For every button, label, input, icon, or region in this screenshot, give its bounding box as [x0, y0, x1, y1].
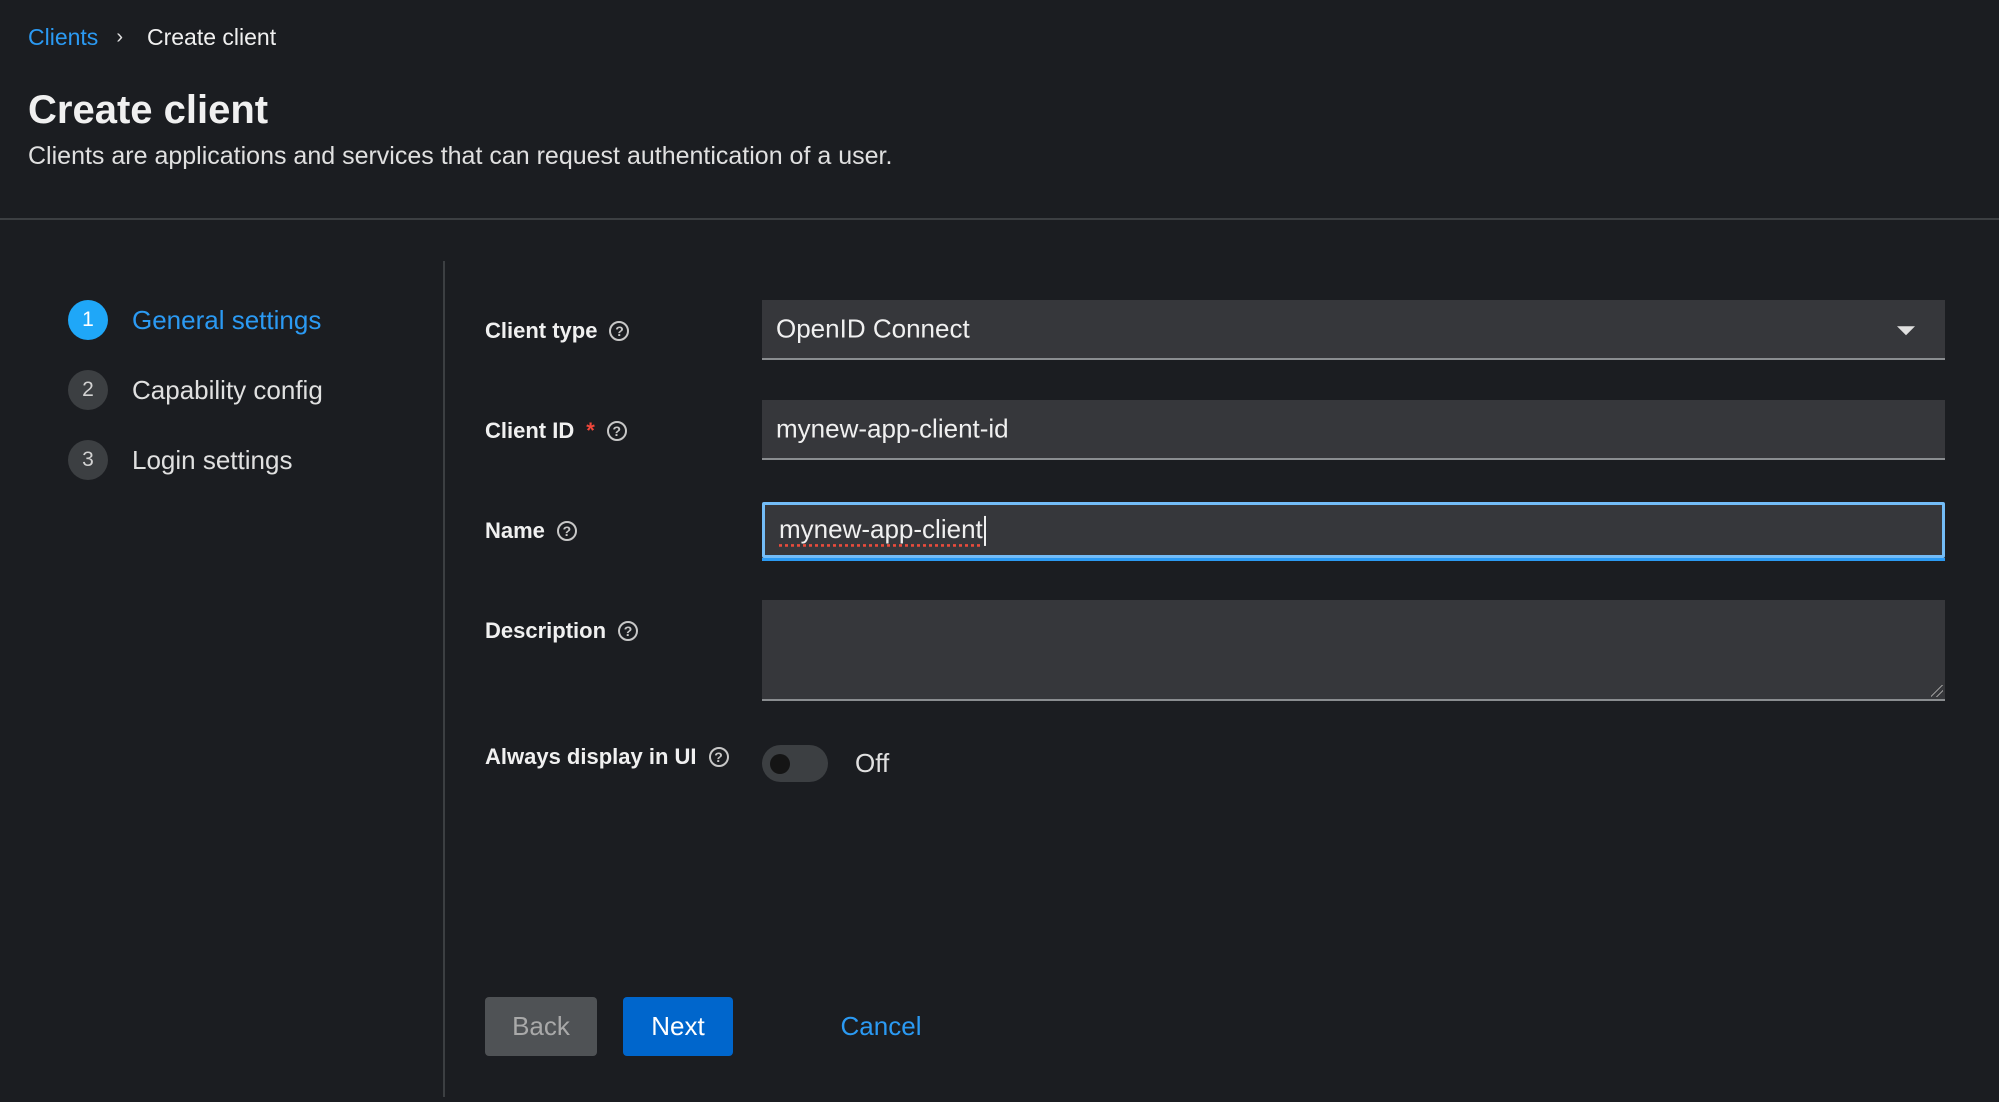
help-icon[interactable]: ? [609, 321, 630, 341]
toggle-knob [770, 754, 790, 774]
step-label: General settings [132, 304, 322, 335]
name-label-text: Name [485, 518, 545, 543]
client-type-value: OpenID Connect [776, 313, 970, 344]
client-id-label: Client ID * ? [485, 418, 627, 444]
wizard-divider [443, 261, 445, 1097]
description-label-text: Description [485, 618, 607, 643]
chevron-right-icon: › [116, 26, 123, 48]
header-divider [0, 218, 1999, 220]
step-capability-config[interactable]: 2 Capability config [68, 370, 323, 410]
description-textarea[interactable] [762, 600, 1945, 701]
step-general-settings[interactable]: 1 General settings [68, 300, 323, 340]
help-icon[interactable]: ? [618, 621, 639, 641]
page-title: Create client [28, 88, 269, 132]
step-number: 1 [68, 300, 108, 340]
breadcrumb-clients-link[interactable]: Clients [28, 24, 98, 51]
always-display-label-text: Always display in UI [485, 744, 697, 769]
name-input-content: mynew-app-client [779, 513, 986, 547]
always-display-toggle[interactable] [762, 745, 828, 782]
step-label: Capability config [132, 374, 323, 405]
resize-handle-icon[interactable] [1931, 685, 1943, 697]
client-type-select[interactable]: OpenID Connect [762, 300, 1945, 360]
name-label: Name ? [485, 518, 577, 544]
name-input[interactable]: mynew-app-client [762, 502, 1945, 561]
step-login-settings[interactable]: 3 Login settings [68, 440, 323, 480]
always-display-label: Always display in UI ? [485, 744, 729, 770]
caret-down-icon [1897, 326, 1915, 336]
help-icon[interactable]: ? [708, 747, 729, 767]
breadcrumb: Clients › Create client [28, 24, 276, 51]
wizard-steps: 1 General settings 2 Capability config 3… [68, 300, 323, 510]
help-icon[interactable]: ? [556, 521, 577, 541]
step-label: Login settings [132, 444, 293, 475]
client-type-label-text: Client type [485, 318, 598, 343]
step-number: 3 [68, 440, 108, 480]
back-button[interactable]: Back [485, 997, 597, 1056]
cancel-button[interactable]: Cancel [826, 997, 936, 1056]
step-number: 2 [68, 370, 108, 410]
required-asterisk: * [586, 418, 595, 443]
client-type-label: Client type ? [485, 318, 630, 344]
text-cursor [983, 516, 986, 547]
name-value: mynew-app-client [779, 513, 983, 544]
toggle-state-label: Off [855, 748, 890, 778]
client-id-input[interactable]: mynew-app-client-id [762, 400, 1945, 460]
breadcrumb-current: Create client [146, 24, 277, 50]
description-label: Description ? [485, 618, 639, 644]
client-id-value: mynew-app-client-id [776, 413, 1009, 444]
page-subtitle: Clients are applications and services th… [28, 142, 893, 170]
help-icon[interactable]: ? [606, 421, 627, 441]
next-button[interactable]: Next [623, 997, 733, 1056]
client-id-label-text: Client ID [485, 418, 575, 443]
